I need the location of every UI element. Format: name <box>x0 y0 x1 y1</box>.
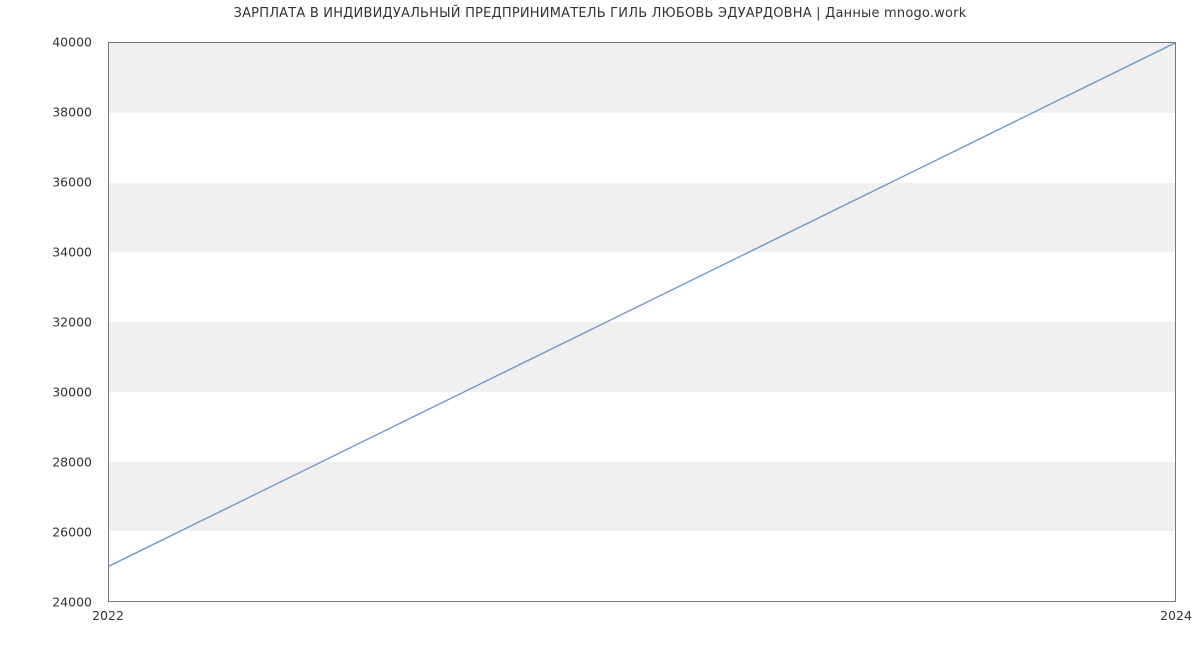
chart-container: ЗАРПЛАТА В ИНДИВИДУАЛЬНЫЙ ПРЕДПРИНИМАТЕЛ… <box>0 0 1200 650</box>
y-tick-label: 30000 <box>52 385 92 400</box>
chart-title: ЗАРПЛАТА В ИНДИВИДУАЛЬНЫЙ ПРЕДПРИНИМАТЕЛ… <box>0 6 1200 21</box>
y-tick-label: 38000 <box>52 105 92 120</box>
y-axis: 24000 26000 28000 30000 32000 34000 3600… <box>0 42 100 602</box>
x-tick-label: 2022 <box>92 608 124 623</box>
y-tick-label: 28000 <box>52 455 92 470</box>
y-tick-label: 24000 <box>52 595 92 610</box>
plot-area <box>108 42 1176 602</box>
y-tick-label: 26000 <box>52 525 92 540</box>
x-tick-label: 2024 <box>1160 608 1192 623</box>
y-tick-label: 32000 <box>52 315 92 330</box>
y-tick-label: 34000 <box>52 245 92 260</box>
chart-svg <box>109 43 1175 601</box>
x-axis: 2022 2024 <box>108 604 1176 634</box>
y-tick-label: 36000 <box>52 175 92 190</box>
series-line <box>109 43 1175 566</box>
y-tick-label: 40000 <box>52 35 92 50</box>
